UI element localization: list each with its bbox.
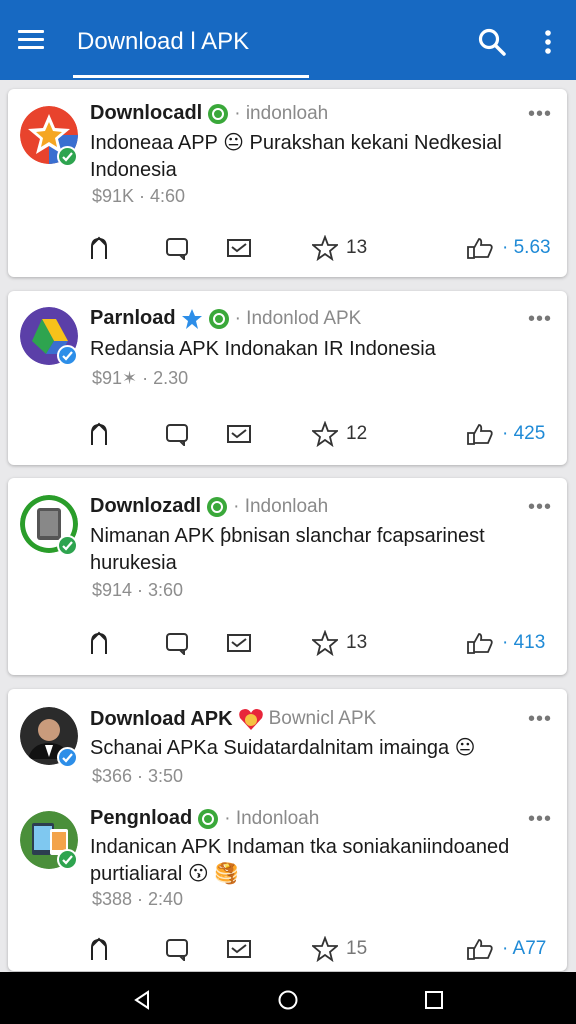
message-icon[interactable]	[226, 233, 252, 263]
author-handle: · indonloah	[234, 102, 329, 124]
post-text: Indanican APK Indaman tka soniakaniindoa…	[90, 836, 510, 885]
post-text: Schanai APKa Suidatardalnitam imainga 😐	[90, 737, 476, 759]
recents-icon[interactable]	[423, 989, 445, 1011]
star-count: 13	[346, 237, 368, 258]
author-handle: Bownicl APK	[268, 708, 377, 729]
title-underline	[73, 75, 309, 78]
like-count: · 425	[502, 423, 546, 444]
author-name[interactable]: Download APK	[90, 708, 233, 731]
heart-face-icon	[238, 709, 263, 730]
reply-icon[interactable]	[88, 934, 110, 964]
like-button[interactable]: · 425	[466, 419, 545, 449]
app-bar: Download l APK	[0, 0, 576, 80]
post-meta: $388 · 2:40	[92, 889, 184, 909]
comment-icon[interactable]	[164, 934, 190, 964]
post-meta: $914 · 3:60	[92, 580, 184, 600]
overflow-menu-icon[interactable]	[540, 28, 556, 56]
comment-icon[interactable]	[164, 628, 190, 658]
more-options-icon[interactable]: •••	[528, 808, 552, 831]
more-options-icon[interactable]: •••	[528, 103, 552, 126]
post-card[interactable]: Parnload · Indonlod APK ••• Redansia APK…	[8, 291, 567, 465]
home-icon[interactable]	[277, 989, 299, 1011]
like-button[interactable]: · A77	[466, 934, 546, 964]
star-button[interactable]: 13	[312, 628, 367, 658]
blue-star-icon	[181, 308, 202, 329]
post-card[interactable]: Download APK Bownicl APK ••• Schanai APK…	[8, 689, 567, 971]
post-meta: $366 · 3:50	[92, 766, 184, 786]
verified-badge-icon	[57, 747, 78, 768]
star-button[interactable]: 12	[312, 419, 367, 449]
verified-badge-icon	[57, 146, 78, 167]
author-name[interactable]: Downlozadl	[90, 495, 201, 518]
author-name[interactable]: Parnload	[90, 307, 176, 330]
post-text: Indoneaa APP 😐 Purakshan kekani Nedkesia…	[90, 132, 502, 181]
system-nav-bar	[0, 972, 576, 1024]
author-handle: · Indonloah	[224, 807, 320, 829]
message-icon[interactable]	[226, 628, 252, 658]
star-count: 15	[346, 938, 368, 959]
message-icon[interactable]	[226, 934, 252, 964]
verified-badge-icon	[57, 535, 78, 556]
star-count: 13	[346, 632, 368, 653]
post-card[interactable]: Downlozadl · Indonloah ••• Nimanan APK ƥ…	[8, 478, 567, 675]
reply-icon[interactable]	[88, 419, 110, 449]
post-meta: $91✶ · 2.30	[92, 368, 189, 388]
more-options-icon[interactable]: •••	[528, 308, 552, 331]
message-icon[interactable]	[226, 419, 252, 449]
verified-badge-icon	[57, 849, 78, 870]
back-icon[interactable]	[131, 989, 153, 1011]
verified-badge-icon	[57, 345, 78, 366]
verified-gear-icon	[207, 496, 228, 517]
more-options-icon[interactable]: •••	[528, 708, 552, 731]
search-icon[interactable]	[476, 26, 508, 58]
author-handle: · Indonloah	[233, 495, 329, 517]
like-count: · 5.63	[502, 237, 551, 258]
author-handle: · Indonlod APK	[234, 307, 362, 329]
author-name[interactable]: Pengnload	[90, 807, 192, 830]
comment-icon[interactable]	[164, 419, 190, 449]
star-button[interactable]: 15	[312, 934, 367, 964]
menu-icon[interactable]	[18, 30, 44, 52]
star-button[interactable]: 13	[312, 233, 367, 263]
star-count: 12	[346, 423, 368, 444]
like-count: · 413	[502, 632, 546, 653]
like-button[interactable]: · 5.63	[466, 233, 551, 263]
like-count: · A77	[502, 938, 547, 959]
verified-gear-icon	[198, 808, 219, 829]
post-text: Redansia APK Indonakan IR Indonesia	[90, 338, 436, 360]
app-title: Download l APK	[77, 28, 250, 55]
reply-icon[interactable]	[88, 233, 110, 263]
reply-icon[interactable]	[88, 628, 110, 658]
verified-gear-icon	[208, 103, 229, 124]
more-options-icon[interactable]: •••	[528, 496, 552, 519]
comment-icon[interactable]	[164, 233, 190, 263]
post-text: Nimanan APK ƥbnisan slanchar fcapsarines…	[90, 525, 485, 574]
post-meta: $91K · 4:60	[92, 186, 186, 206]
like-button[interactable]: · 413	[466, 628, 545, 658]
verified-gear-icon	[208, 308, 229, 329]
post-card[interactable]: Downlocadl · indonloah ••• Indoneaa APP …	[8, 89, 567, 277]
author-name[interactable]: Downlocadl	[90, 102, 202, 125]
